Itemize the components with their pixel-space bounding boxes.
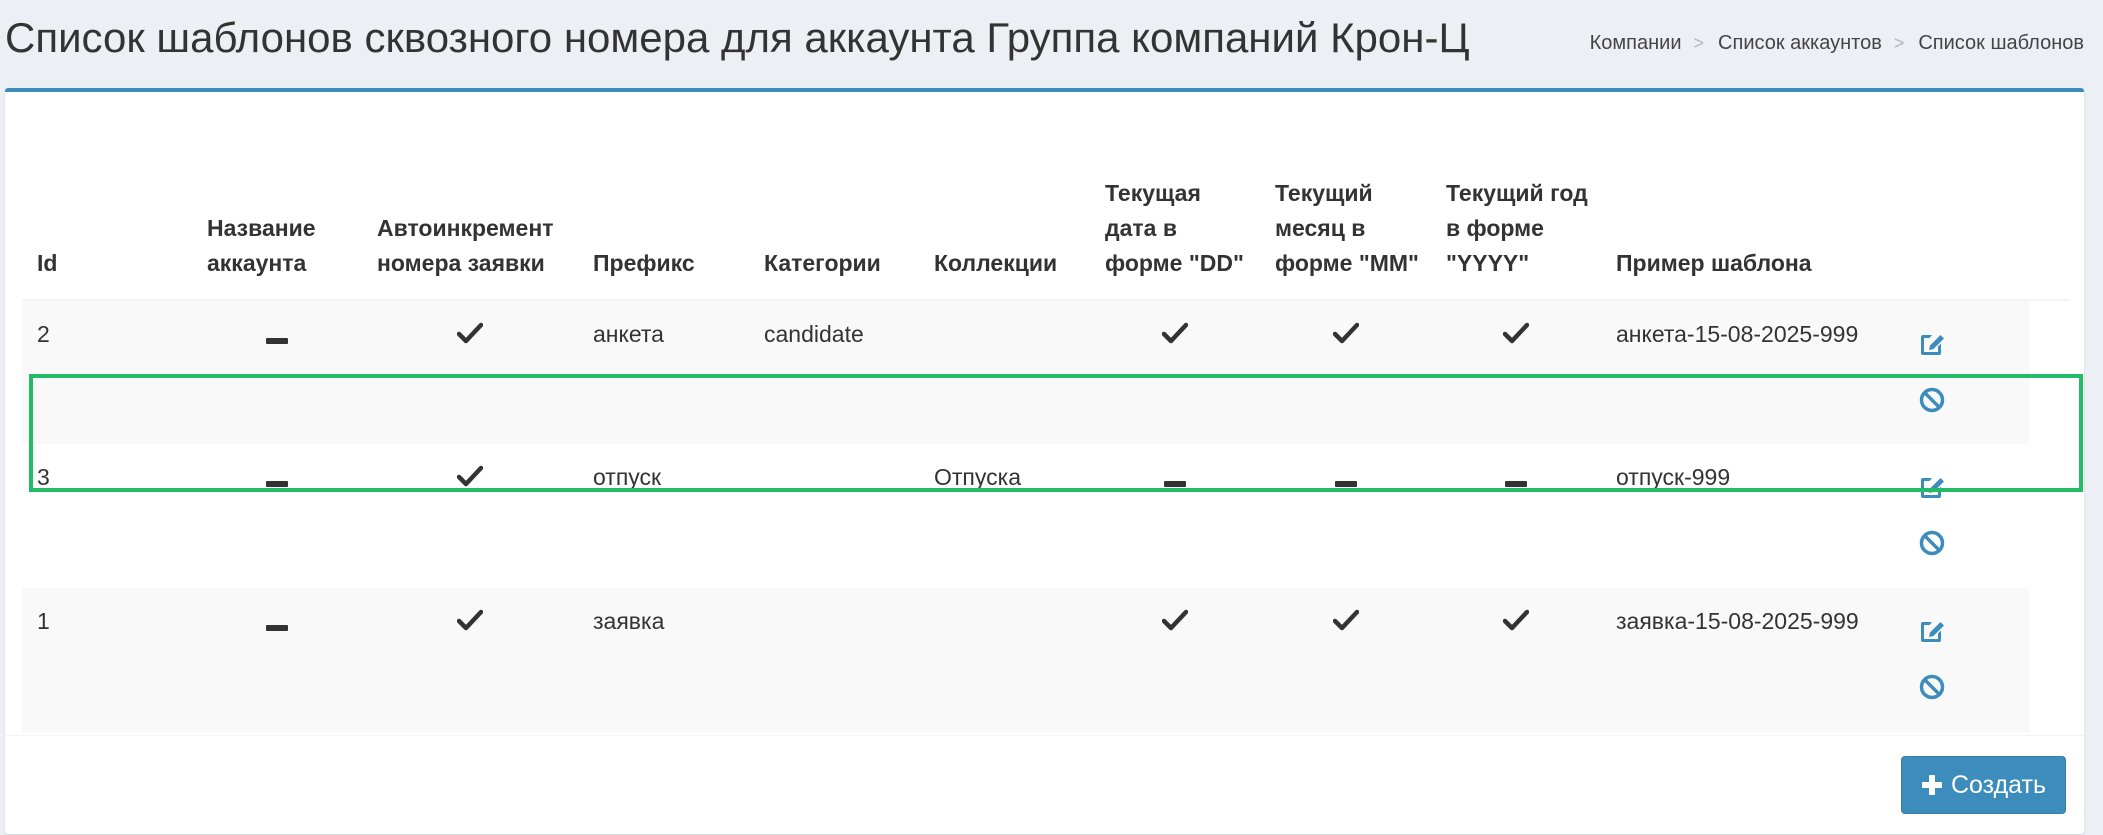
column-header-day: Текущая дата в форме "DD" — [1090, 112, 1260, 301]
breadcrumb-separator: > — [1693, 33, 1705, 53]
box-body: Id Название аккаунта Автоинкремент номер… — [5, 92, 2084, 735]
dash-icon — [266, 606, 288, 641]
cell-autoincrement — [362, 444, 578, 588]
create-button-label: Создать — [1950, 770, 2046, 799]
cell-day — [1090, 444, 1260, 588]
cell-year — [1431, 588, 1601, 732]
cell-autoincrement — [362, 300, 578, 444]
cell-month — [1260, 300, 1431, 444]
cell-categories — [749, 588, 919, 732]
cell-prefix: анкета — [578, 300, 749, 444]
column-header-actions — [1881, 112, 2030, 301]
table-row: 2 анкета candidate анкета-15-08-2025-999 — [22, 300, 2070, 444]
column-header-prefix: Префикс — [578, 112, 749, 301]
edit-icon[interactable] — [1917, 329, 1947, 359]
column-header-example: Пример шаблона — [1601, 112, 1881, 301]
table-header-row: Id Название аккаунта Автоинкремент номер… — [22, 112, 2070, 301]
dash-icon — [1164, 462, 1186, 497]
cell-collections: Отпуска — [934, 464, 1021, 490]
column-header-spacer — [2030, 112, 2070, 301]
cell-example: отпуск-999 — [1616, 464, 1731, 490]
cell-day — [1090, 588, 1260, 732]
check-icon — [1332, 319, 1359, 354]
cell-year — [1431, 444, 1601, 588]
cell-account-name — [192, 444, 362, 588]
templates-table: Id Название аккаунта Автоинкремент номер… — [22, 112, 2070, 732]
ban-icon[interactable] — [1917, 385, 1947, 415]
cell-collections — [919, 588, 1090, 732]
column-header-categories: Категории — [749, 112, 919, 301]
table-row: 3 отпуск Отпуска отпуск-999 — [22, 444, 2070, 588]
cell-categories — [749, 444, 919, 588]
cell-prefix: отпуск — [593, 464, 662, 490]
dash-icon — [266, 319, 288, 354]
check-icon — [456, 606, 484, 641]
check-icon — [1502, 319, 1530, 354]
breadcrumb-separator: > — [1893, 33, 1905, 53]
edit-icon[interactable] — [1917, 616, 1947, 646]
check-icon — [456, 462, 484, 497]
cell-spacer — [2030, 588, 2070, 732]
cell-categories: candidate — [749, 300, 919, 444]
cell-month — [1260, 444, 1431, 588]
templates-box: Id Название аккаунта Автоинкремент номер… — [5, 88, 2084, 834]
page-title: Список шаблонов сквозного номера для акк… — [5, 14, 1470, 61]
cell-autoincrement — [362, 588, 578, 732]
ban-icon[interactable] — [1917, 672, 1947, 702]
check-icon — [1161, 319, 1189, 354]
cell-spacer — [2030, 444, 2070, 588]
breadcrumb-item-accounts[interactable]: > Список аккаунтов — [1682, 32, 1882, 55]
column-header-id: Id — [22, 112, 192, 301]
cell-day — [1090, 300, 1260, 444]
cell-spacer — [2030, 300, 2070, 444]
content-header: Список шаблонов сквозного номера для акк… — [0, 0, 2103, 88]
column-header-account-name: Название аккаунта — [192, 112, 362, 301]
cell-id: 3 — [37, 464, 50, 490]
check-icon — [1161, 606, 1189, 641]
column-header-month: Текущий месяц в форме "MM" — [1260, 112, 1431, 301]
column-header-collections: Коллекции — [919, 112, 1090, 301]
ban-icon[interactable] — [1917, 528, 1947, 558]
column-header-year: Текущий год в форме "YYYY" — [1431, 112, 1601, 301]
breadcrumb-item-templates: > Список шаблонов — [1893, 32, 2084, 54]
cell-collections — [919, 300, 1090, 444]
breadcrumb-item-companies[interactable]: Компании — [1590, 32, 1682, 55]
column-header-autoincrement: Автоинкремент номера заявки — [362, 112, 578, 301]
breadcrumb: Компании > Список аккаунтов > Список шабло… — [1590, 32, 2084, 55]
dash-icon — [1505, 462, 1527, 497]
cell-id: 2 — [22, 300, 192, 444]
cell-actions — [1881, 444, 2030, 588]
cell-account-name — [192, 300, 362, 444]
edit-icon[interactable] — [1917, 472, 1947, 502]
create-button[interactable]: Создать — [1901, 756, 2066, 814]
check-icon — [456, 319, 484, 354]
table-row: 1 заявка заявка-15-08-2025-999 — [22, 588, 2070, 732]
cell-example: анкета-15-08-2025-999 — [1601, 300, 1881, 444]
cell-prefix: заявка — [578, 588, 749, 732]
cell-actions — [1881, 588, 2030, 732]
check-icon — [1502, 606, 1530, 641]
cell-example: заявка-15-08-2025-999 — [1601, 588, 1881, 732]
dash-icon — [266, 462, 288, 497]
table-body: 2 анкета candidate анкета-15-08-2025-999 3 от… — [22, 300, 2070, 732]
cell-id: 1 — [22, 588, 192, 732]
check-icon — [1332, 606, 1359, 641]
cell-account-name — [192, 588, 362, 732]
dash-icon — [1334, 462, 1357, 497]
cell-year — [1431, 300, 1601, 444]
box-footer: Создать — [5, 735, 2084, 835]
plus-icon — [1921, 775, 1942, 795]
cell-month — [1260, 588, 1431, 732]
cell-actions — [1881, 300, 2030, 444]
